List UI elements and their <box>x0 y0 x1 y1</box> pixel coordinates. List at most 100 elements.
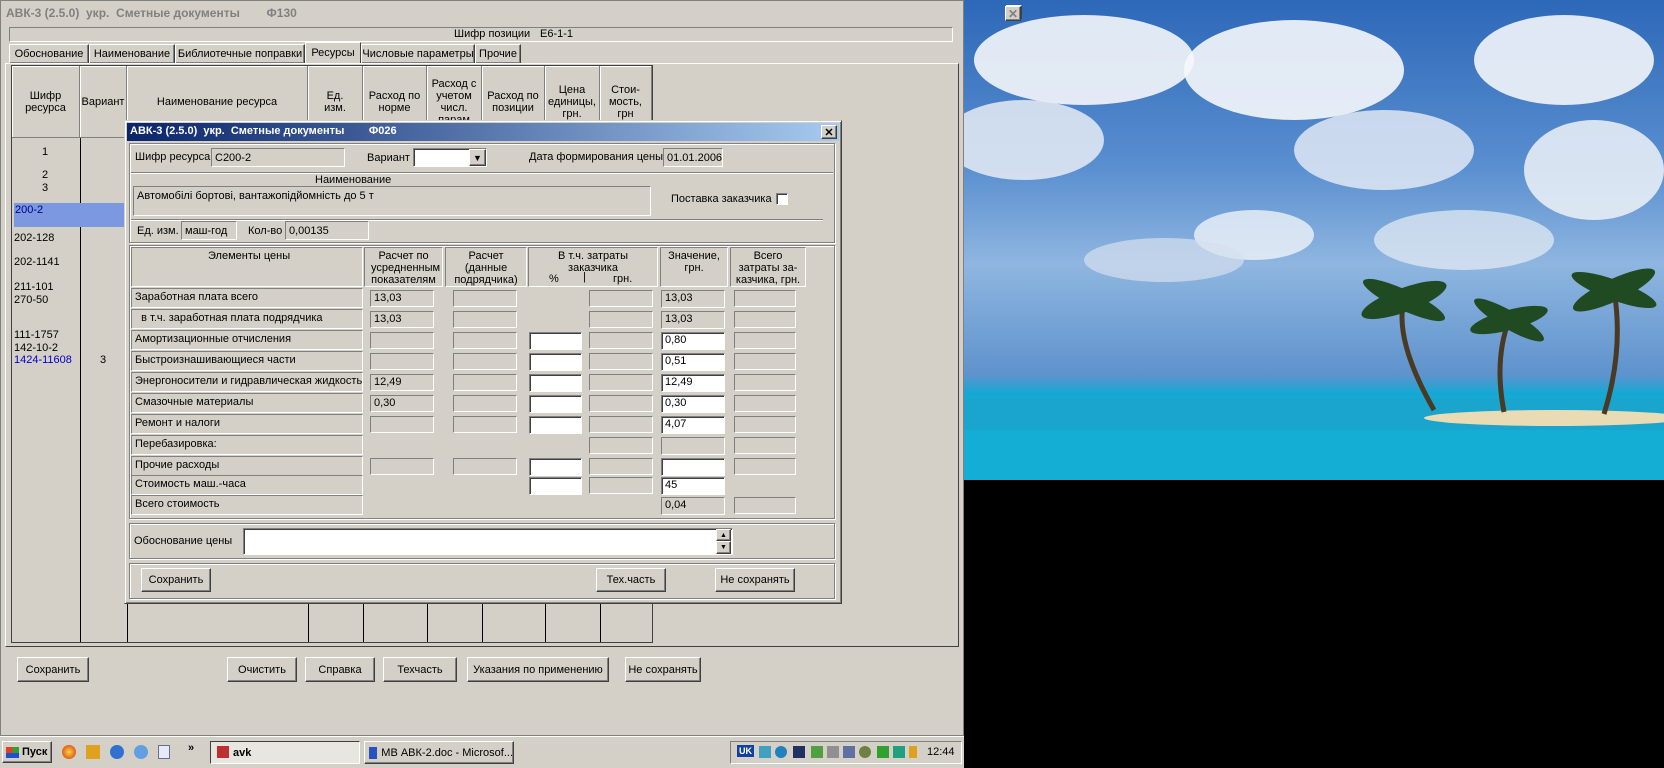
tab-chislovye[interactable]: Числовые параметры <box>361 44 475 64</box>
customer-uah-field[interactable] <box>589 353 653 370</box>
customer-uah-field[interactable] <box>589 477 653 494</box>
total-customer-field[interactable] <box>734 458 796 475</box>
main-save-button[interactable]: Сохранить <box>17 657 89 682</box>
main-techpart-button[interactable]: Техчасть <box>383 657 457 682</box>
tab-resursy[interactable]: Ресурсы <box>305 42 361 65</box>
resource-code-field[interactable]: С200-2 <box>211 148 345 167</box>
scroll-up-button[interactable]: ▲ <box>716 529 731 541</box>
total-customer-field[interactable] <box>734 332 796 349</box>
avg-calc-field[interactable]: 13,03 <box>370 311 434 328</box>
table-row[interactable]: 3 <box>12 182 80 195</box>
value-field[interactable]: 0,51 <box>661 353 725 371</box>
contractor-calc-field[interactable] <box>453 311 517 328</box>
tray-icon[interactable] <box>775 746 787 758</box>
total-customer-field[interactable] <box>734 497 796 514</box>
tray-icon[interactable] <box>843 746 855 758</box>
contractor-calc-field[interactable] <box>453 395 517 412</box>
dialog-nosave-button[interactable]: Не сохранять <box>715 568 795 592</box>
notepad-icon[interactable] <box>158 745 170 759</box>
customer-uah-field[interactable] <box>589 395 653 412</box>
customer-supply-checkbox[interactable] <box>776 193 788 205</box>
customer-pct-input[interactable] <box>529 395 582 413</box>
customer-uah-field[interactable] <box>589 374 653 391</box>
total-customer-field[interactable] <box>734 374 796 391</box>
avg-calc-field[interactable] <box>370 332 434 349</box>
total-customer-field[interactable] <box>734 311 796 328</box>
value-field[interactable]: 12,49 <box>661 374 725 392</box>
value-field[interactable]: 0,04 <box>661 497 725 515</box>
tab-naimenovanie[interactable]: Наименование <box>89 44 175 64</box>
value-field[interactable]: 4,07 <box>661 416 725 434</box>
value-field[interactable] <box>661 458 725 476</box>
scroll-down-button[interactable]: ▼ <box>716 541 731 554</box>
tab-prochie[interactable]: Прочие <box>475 44 521 64</box>
main-clear-button[interactable]: Очистить <box>227 657 297 682</box>
customer-pct-input[interactable] <box>529 353 582 371</box>
customer-pct-input[interactable] <box>529 458 582 476</box>
total-customer-field[interactable] <box>734 290 796 307</box>
main-usage-button[interactable]: Указания по применению <box>467 657 609 682</box>
start-button[interactable]: Пуск <box>2 741 52 763</box>
tray-icon[interactable] <box>793 746 805 758</box>
tab-biblioteka[interactable]: Библиотечные поправки <box>175 44 305 64</box>
customer-uah-field[interactable] <box>589 437 653 454</box>
total-customer-field[interactable] <box>734 437 796 454</box>
value-field[interactable]: 13,03 <box>661 311 725 329</box>
media-icon[interactable] <box>134 745 148 759</box>
customer-uah-field[interactable] <box>589 458 653 475</box>
tray-icon[interactable] <box>877 746 889 758</box>
table-row[interactable]: 211-101 <box>12 281 80 294</box>
table-row[interactable]: 1 <box>12 146 80 159</box>
customer-uah-field[interactable] <box>589 416 653 433</box>
value-field[interactable]: 0,30 <box>661 395 725 413</box>
avg-calc-field[interactable] <box>370 416 434 433</box>
contractor-calc-field[interactable] <box>453 290 517 307</box>
table-row[interactable]: 202-128 <box>12 232 80 245</box>
col-header-code[interactable]: Шифр ресурса <box>12 66 80 138</box>
dialog-techpart-button[interactable]: Тех.часть <box>596 568 666 592</box>
table-row[interactable]: 2 <box>12 169 80 182</box>
table-row[interactable]: 111-1757 <box>12 329 80 342</box>
value-field[interactable]: 0,80 <box>661 332 725 350</box>
chevron-right-icon[interactable]: » <box>188 742 194 754</box>
customer-pct-input[interactable] <box>529 477 582 495</box>
total-customer-field[interactable] <box>734 416 796 433</box>
tray-icon[interactable] <box>909 746 917 758</box>
table-row[interactable]: 202-1141 <box>12 256 80 269</box>
col-header-variant[interactable]: Вариант <box>80 66 127 138</box>
tray-icon[interactable] <box>759 746 771 758</box>
avg-calc-field[interactable]: 0,30 <box>370 395 434 412</box>
browser-icon[interactable] <box>62 745 76 759</box>
language-indicator[interactable]: UK <box>737 745 754 757</box>
main-help-button[interactable]: Справка <box>305 657 375 682</box>
task-word[interactable]: МВ АВК-2.doc - Microsof... <box>364 741 514 764</box>
contractor-calc-field[interactable] <box>453 353 517 370</box>
tab-obosnovanie[interactable]: Обоснование <box>9 44 89 64</box>
avg-calc-field[interactable] <box>370 458 434 475</box>
customer-pct-input[interactable] <box>529 416 582 434</box>
ie-icon[interactable] <box>110 745 124 759</box>
value-field[interactable]: 45 <box>661 477 725 495</box>
customer-uah-field[interactable] <box>589 290 653 307</box>
contractor-calc-field[interactable] <box>453 332 517 349</box>
avg-calc-field[interactable] <box>370 353 434 370</box>
dialog-close-button[interactable]: ✕ <box>821 125 837 139</box>
customer-pct-input[interactable] <box>529 332 582 350</box>
contractor-calc-field[interactable] <box>453 416 517 433</box>
variant-select[interactable]: ▼ <box>413 148 487 167</box>
table-row[interactable]: 270-50 <box>12 294 80 307</box>
total-customer-field[interactable] <box>734 353 796 370</box>
customer-uah-field[interactable] <box>589 332 653 349</box>
value-field[interactable] <box>661 437 725 455</box>
tray-icon[interactable] <box>859 746 871 758</box>
contractor-calc-field[interactable] <box>453 458 517 475</box>
avg-calc-field[interactable]: 13,03 <box>370 290 434 307</box>
unit-field[interactable]: маш-год <box>181 221 237 240</box>
tray-icon[interactable] <box>811 746 823 758</box>
customer-pct-input[interactable] <box>529 374 582 392</box>
variant-dropdown-button[interactable]: ▼ <box>469 149 486 166</box>
tools-icon[interactable] <box>86 745 100 759</box>
value-field[interactable]: 13,03 <box>661 290 725 308</box>
table-row[interactable]: 1424-11608 3 <box>12 354 127 367</box>
price-basis-field[interactable]: ▲ ▼ <box>243 528 733 555</box>
